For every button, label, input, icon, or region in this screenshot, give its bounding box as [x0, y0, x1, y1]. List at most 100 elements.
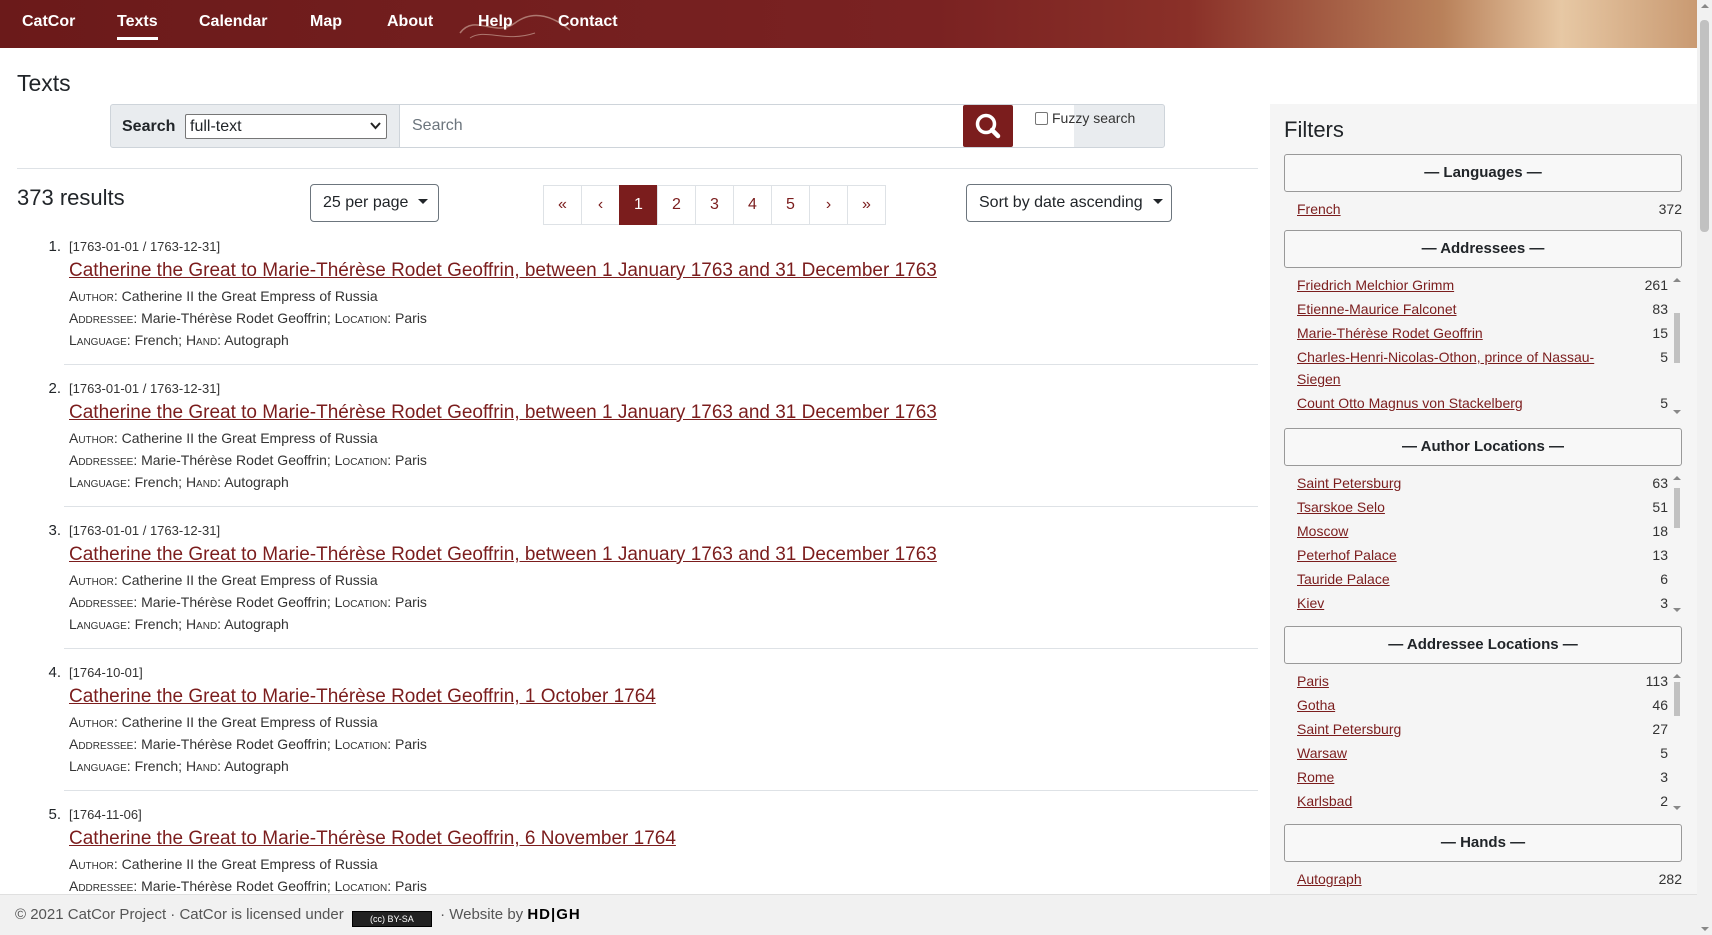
- hdgh-logo[interactable]: HD|GH: [527, 906, 580, 923]
- scrollbar-thumb[interactable]: [1674, 682, 1680, 716]
- scrollbar-thumb[interactable]: [1700, 20, 1709, 232]
- sort-dropdown[interactable]: Sort by date ascending: [966, 184, 1172, 222]
- nav-calendar[interactable]: Calendar: [199, 0, 267, 48]
- nav-texts[interactable]: Texts: [117, 0, 158, 48]
- facet-link[interactable]: Karlsbad: [1297, 790, 1627, 812]
- nav-map[interactable]: Map: [310, 0, 342, 48]
- result-language: Language: French; Hand: Autograph: [69, 474, 289, 490]
- facet-link[interactable]: Kiev: [1297, 592, 1627, 614]
- result-title-link[interactable]: Catherine the Great to Marie-Thérèse Rod…: [69, 544, 937, 566]
- nav-about[interactable]: About: [387, 0, 433, 48]
- facet-link[interactable]: Warsaw: [1297, 742, 1627, 764]
- scroll-down-icon[interactable]: [1673, 806, 1681, 810]
- footer-dot: ·: [170, 906, 176, 923]
- scroll-up-icon[interactable]: [1673, 674, 1681, 678]
- page-1[interactable]: 1: [619, 185, 658, 225]
- author-value: Catherine II the Great Empress of Russia: [121, 572, 378, 588]
- footer-dot: ·: [440, 906, 446, 923]
- addressee-label: Addressee:: [69, 736, 138, 752]
- hand-value: Autograph: [224, 474, 289, 490]
- scrollbar-thumb[interactable]: [1674, 313, 1680, 363]
- facet-count: 51: [1652, 499, 1668, 515]
- facet-link[interactable]: Saint Petersburg: [1297, 718, 1627, 740]
- facet-scrollbar[interactable]: [1672, 674, 1682, 810]
- page-first[interactable]: «: [543, 185, 582, 225]
- facet-addressee-locations-header[interactable]: — Addressee Locations —: [1284, 626, 1682, 664]
- result-number: 3.: [48, 522, 61, 539]
- divider: [64, 790, 1258, 791]
- facet-author-locations-list: Saint Petersburg 63 Tsarskoe Selo 51 Mosco…: [1284, 472, 1682, 612]
- result-title-link[interactable]: Catherine the Great to Marie-Thérèse Rod…: [69, 686, 656, 708]
- page-prev[interactable]: ‹: [581, 185, 620, 225]
- facet-languages-header[interactable]: — Languages —: [1284, 154, 1682, 192]
- facet-link[interactable]: Paris: [1297, 670, 1627, 692]
- facet-count: 18: [1652, 523, 1668, 539]
- hand-label: Hand:: [185, 616, 222, 632]
- facet-link[interactable]: Tsarskoe Selo: [1297, 496, 1627, 518]
- hand-value: Autograph: [224, 758, 289, 774]
- facet-link[interactable]: Gotha: [1297, 694, 1627, 716]
- result-title-link[interactable]: Catherine the Great to Marie-Thérèse Rod…: [69, 402, 937, 424]
- result-title-link[interactable]: Catherine the Great to Marie-Thérèse Rod…: [69, 260, 937, 282]
- page-3[interactable]: 3: [695, 185, 734, 225]
- search-button[interactable]: [963, 105, 1013, 147]
- result-item: 2. [1763-01-01 / 1763-12-31] Catherine the…: [0, 380, 1258, 522]
- search-mode-select[interactable]: full-text: [185, 114, 387, 139]
- facet-link[interactable]: Friedrich Melchior Grimm: [1297, 274, 1627, 296]
- result-author: Author: Catherine II the Great Empress o…: [69, 288, 378, 304]
- fuzzy-checkbox[interactable]: [1035, 112, 1048, 125]
- facet-link[interactable]: Peterhof Palace: [1297, 544, 1627, 566]
- hand-label: Hand:: [185, 332, 222, 348]
- facet-addressees-header[interactable]: — Addressees —: [1284, 230, 1682, 268]
- facet-link[interactable]: Saint Petersburg: [1297, 472, 1627, 494]
- facet-scrollbar[interactable]: [1672, 278, 1682, 414]
- cc-license-badge[interactable]: (cc) BY-SA: [351, 911, 432, 927]
- page-4[interactable]: 4: [733, 185, 772, 225]
- facet-link[interactable]: Charles-Henri-Nicolas-Othon, prince of N…: [1297, 346, 1627, 390]
- footer-text: © 2021 CatCor Project · CatCor is licens…: [15, 906, 581, 927]
- page-last[interactable]: »: [847, 185, 886, 225]
- result-addressee: Addressee: Marie-Thérèse Rodet Geoffrin;…: [69, 452, 427, 468]
- facet-link[interactable]: Etienne-Maurice Falconet: [1297, 298, 1627, 320]
- facet-count: 113: [1645, 673, 1668, 689]
- page-next[interactable]: ›: [809, 185, 848, 225]
- hand-label: Hand:: [185, 758, 222, 774]
- facet-link[interactable]: Tauride Palace: [1297, 568, 1627, 590]
- scroll-up-icon[interactable]: [1673, 476, 1681, 480]
- brand-link[interactable]: CatCor: [22, 0, 75, 48]
- scroll-up-icon[interactable]: [1673, 278, 1681, 282]
- scroll-down-icon[interactable]: [1673, 608, 1681, 612]
- facet-link[interactable]: French: [1297, 198, 1627, 220]
- footer: © 2021 CatCor Project · CatCor is licens…: [0, 894, 1697, 935]
- author-value: Catherine II the Great Empress of Russia: [121, 856, 378, 872]
- page-5[interactable]: 5: [771, 185, 810, 225]
- fuzzy-search-toggle[interactable]: Fuzzy search: [1035, 110, 1135, 126]
- page-2[interactable]: 2: [657, 185, 696, 225]
- caret-down-icon: [1152, 199, 1163, 204]
- per-page-dropdown[interactable]: 25 per page: [310, 184, 439, 222]
- scrollbar-thumb[interactable]: [1674, 488, 1680, 528]
- signature-decoration: [459, 14, 571, 39]
- filters-panel: Filters — Languages — French 372 — Addre…: [1270, 104, 1697, 894]
- result-title-link[interactable]: Catherine the Great to Marie-Thérèse Rod…: [69, 828, 676, 850]
- facet-link[interactable]: Marie-Thérèse Rodet Geoffrin: [1297, 322, 1627, 344]
- search-icon: [975, 113, 1001, 139]
- facet-link[interactable]: Moscow: [1297, 520, 1627, 542]
- facet-scrollbar[interactable]: [1672, 476, 1682, 612]
- page-scrollbar[interactable]: [1697, 0, 1712, 935]
- location-value: Paris: [395, 736, 427, 752]
- results-count: 373 results: [17, 185, 125, 210]
- facet-count: 3: [1660, 769, 1668, 785]
- facet-link[interactable]: Autograph: [1297, 868, 1627, 890]
- facet-hands-header[interactable]: — Hands —: [1284, 824, 1682, 862]
- facet-languages-list: French 372: [1284, 198, 1682, 222]
- scroll-down-icon[interactable]: [1673, 410, 1681, 414]
- facet-link[interactable]: Rome: [1297, 766, 1627, 788]
- language-label: Language:: [69, 474, 131, 490]
- scroll-down-icon[interactable]: [1701, 927, 1709, 931]
- facet-author-locations-header[interactable]: — Author Locations —: [1284, 428, 1682, 466]
- scroll-up-icon[interactable]: [1701, 4, 1709, 8]
- facet-link[interactable]: Count Otto Magnus von Stackelberg: [1297, 392, 1627, 414]
- nav-contact[interactable]: Contact: [558, 0, 618, 48]
- nav-help[interactable]: Help: [478, 0, 513, 48]
